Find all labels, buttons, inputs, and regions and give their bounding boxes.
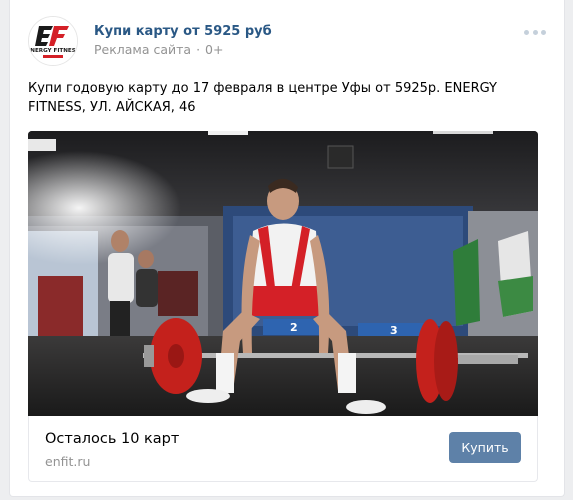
dot-2 [532,29,538,35]
post-text: Купи годовую карту до 17 февраля в центр… [28,81,497,115]
snippet-title: Осталось 10 карт [45,431,180,447]
ad-snippet[interactable]: Осталось 10 карт enfit.ru Купить [28,416,538,482]
podium-2-label: 2 [290,321,298,334]
ad-label[interactable]: Реклама сайта [94,42,191,57]
weightlifter-photo-icon: 2 3 [28,131,538,416]
dot-3 [541,29,546,35]
energy-fitness-logo[interactable]: ENERGY FITNESS [28,16,78,66]
age-rating: 0+ [205,42,224,57]
snippet-domain[interactable]: enfit.ru [45,454,90,469]
svg-text:ENERGY FITNESS: ENERGY FITNESS [29,48,77,54]
post-meta: Реклама сайта · 0+ [94,42,223,57]
ad-photo[interactable]: 2 3 [28,131,538,416]
more-dots-icon[interactable] [524,28,546,36]
ad-post-card: ENERGY FITNESS Купи карту от 5925 руб Ре… [9,0,565,497]
podium-3-label: 3 [390,324,398,337]
dot-1 [524,29,529,35]
buy-button[interactable]: Купить [449,432,521,463]
logo-mark-icon: ENERGY FITNESS [29,17,77,65]
post-author-link[interactable]: Купи карту от 5925 руб [94,24,272,39]
meta-separator: · [192,42,205,57]
